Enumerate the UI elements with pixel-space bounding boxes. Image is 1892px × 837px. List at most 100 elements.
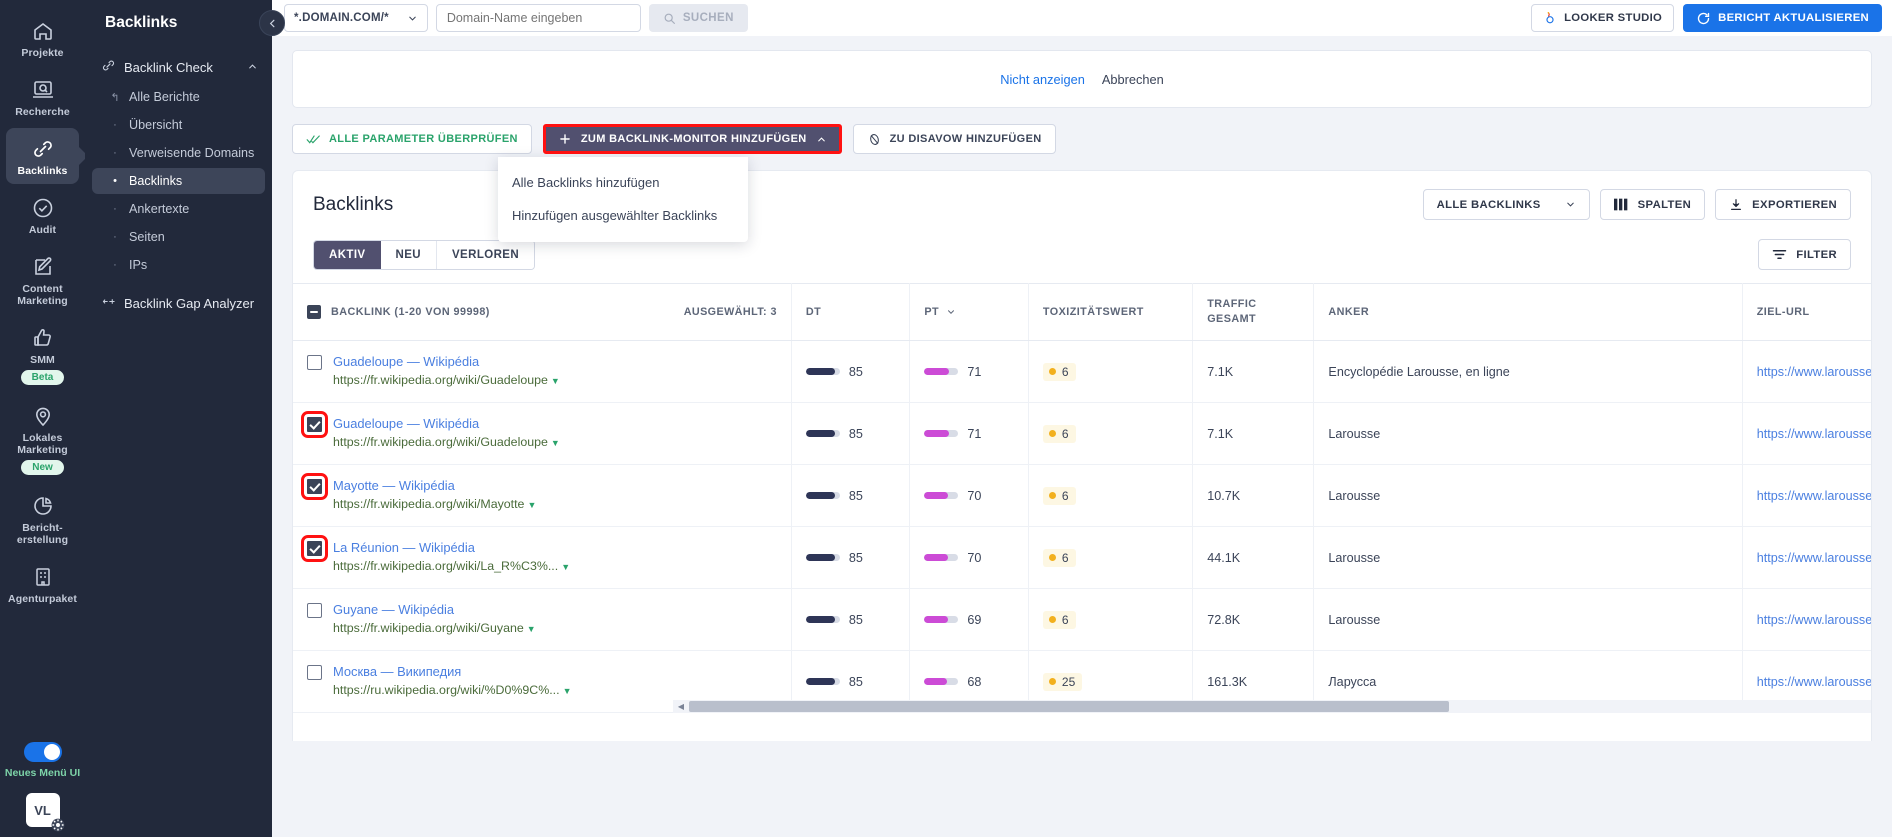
traffic-value: 72.8K bbox=[1207, 612, 1241, 627]
search-button[interactable]: SUCHEN bbox=[648, 4, 748, 32]
backlink-title[interactable]: Guadeloupe — Wikipédia bbox=[333, 354, 479, 369]
sidebar-item-seiten[interactable]: · Seiten bbox=[92, 224, 265, 250]
rail-item-smm[interactable]: SMM Beta bbox=[6, 317, 79, 392]
row-checkbox[interactable] bbox=[301, 535, 328, 562]
backlink-title[interactable]: Москва — Википедия bbox=[333, 664, 461, 679]
looker-studio-button[interactable]: LOOKER STUDIO bbox=[1531, 4, 1675, 32]
backlink-title[interactable]: Guadeloupe — Wikipédia bbox=[333, 416, 479, 431]
domain-input[interactable] bbox=[435, 4, 641, 32]
rail-item-recherche[interactable]: Recherche bbox=[6, 69, 79, 125]
tab-aktiv[interactable]: AKTIV bbox=[314, 240, 381, 269]
all-backlinks-select[interactable]: ALLE BACKLINKS bbox=[1422, 189, 1590, 220]
row-checkbox[interactable] bbox=[301, 411, 328, 438]
caret-down-icon[interactable]: ▼ bbox=[551, 376, 560, 386]
th-target-url[interactable]: ZIEL-URL bbox=[1742, 283, 1871, 341]
table-body: Guadeloupe — Wikipédia https://fr.wikipe… bbox=[293, 340, 1871, 713]
caret-down-icon[interactable]: ▼ bbox=[527, 624, 536, 634]
notice-cancel-link[interactable]: Abbrechen bbox=[1102, 72, 1164, 87]
caret-down-icon[interactable]: ▼ bbox=[527, 500, 536, 510]
th-traffic[interactable]: TRAFFIC GESAMT bbox=[1192, 283, 1315, 341]
toxicity-badge: 6 bbox=[1042, 362, 1076, 381]
filter-button[interactable]: FILTER bbox=[1758, 239, 1851, 270]
add-to-monitor-dropdown: Alle Backlinks hinzufügen Hinzufügen aus… bbox=[498, 157, 748, 242]
target-url-link[interactable]: https://www.larousse.fr/encyclope bbox=[1757, 365, 1871, 379]
sidebar-item-verweisende-domains[interactable]: · Verweisende Domains bbox=[92, 140, 265, 166]
backlink-url[interactable]: https://fr.wikipedia.org/wiki/Guadeloupe bbox=[333, 373, 548, 387]
row-checkbox[interactable] bbox=[307, 603, 322, 618]
scrollbar-thumb[interactable] bbox=[689, 701, 1449, 712]
bulk-actions-row: ALLE PARAMETER ÜBERPRÜFEN ZUM BACKLINK-M… bbox=[292, 124, 1872, 242]
backlink-url[interactable]: https://fr.wikipedia.org/wiki/Mayotte bbox=[333, 497, 524, 511]
target-url-link[interactable]: https://www.larousse.fr/encyclope bbox=[1757, 427, 1871, 441]
backlink-url[interactable]: https://fr.wikipedia.org/wiki/Guadeloupe bbox=[333, 435, 548, 449]
row-checkbox[interactable] bbox=[307, 355, 322, 370]
row-checkbox[interactable] bbox=[301, 473, 328, 500]
th-pt[interactable]: PT bbox=[909, 283, 1029, 341]
menu-item-add-selected-backlinks[interactable]: Hinzufügen ausgewählter Backlinks bbox=[498, 199, 748, 232]
chevron-up-icon[interactable] bbox=[247, 60, 258, 75]
toxicity-value: 25 bbox=[1061, 674, 1076, 689]
sidebar-item-backlinks[interactable]: • Backlinks bbox=[92, 168, 265, 194]
horizontal-scrollbar[interactable]: ◀ bbox=[673, 700, 1871, 713]
target-url-link[interactable]: https://www.larousse.fr/encyclope bbox=[1757, 489, 1871, 503]
menu-item-add-all-backlinks[interactable]: Alle Backlinks hinzufügen bbox=[498, 166, 748, 199]
row-checkbox[interactable] bbox=[307, 665, 322, 680]
backlink-url[interactable]: https://fr.wikipedia.org/wiki/Guyane bbox=[333, 621, 524, 635]
cell-traffic: 44.1K bbox=[1192, 526, 1315, 589]
new-menu-ui-toggle[interactable] bbox=[23, 742, 62, 762]
collapse-sidebar-button[interactable] bbox=[259, 10, 285, 36]
tab-verloren[interactable]: VERLOREN bbox=[436, 240, 535, 269]
nav-group-backlink-check[interactable]: Backlink Check bbox=[85, 52, 272, 82]
rail-item-projekte[interactable]: Projekte bbox=[6, 10, 79, 66]
th-toxicity[interactable]: TOXIZITÄTSWERT bbox=[1028, 283, 1194, 341]
add-to-backlink-monitor-button[interactable]: ZUM BACKLINK-MONITOR HINZUFÜGEN bbox=[542, 124, 842, 154]
rail-item-lokales-marketing[interactable]: Lokales Marketing New bbox=[6, 395, 79, 482]
backlink-url[interactable]: https://ru.wikipedia.org/wiki/%D0%9C%... bbox=[333, 683, 560, 697]
backlink-title[interactable]: Guyane — Wikipédia bbox=[333, 602, 454, 617]
update-report-button[interactable]: BERICHT AKTUALISIEREN bbox=[1683, 4, 1882, 32]
rail-item-backlinks[interactable]: Backlinks bbox=[6, 128, 79, 184]
backlink-url[interactable]: https://fr.wikipedia.org/wiki/La_R%C3%..… bbox=[333, 559, 558, 573]
add-to-disavow-button[interactable]: ZU DISAVOW HINZUFÜGEN bbox=[852, 124, 1056, 154]
sidebar-item-uebersicht[interactable]: · Übersicht bbox=[92, 112, 265, 138]
caret-down-icon[interactable]: ▼ bbox=[563, 686, 572, 696]
notice-dismiss-link[interactable]: Nicht anzeigen bbox=[1000, 72, 1085, 87]
sidebar-item-ankertexte[interactable]: · Ankertexte bbox=[92, 196, 265, 222]
tab-neu[interactable]: NEU bbox=[380, 240, 437, 269]
bullet-icon: · bbox=[113, 259, 117, 271]
cell-target-url: https://www.larousse.fr/encyclope bbox=[1742, 402, 1871, 465]
caret-down-icon[interactable]: ▼ bbox=[551, 438, 560, 448]
toxicity-dot-icon bbox=[1048, 368, 1056, 375]
dt-bar bbox=[805, 430, 840, 437]
sidebar-item-ips[interactable]: · IPs bbox=[92, 252, 265, 278]
domain-scope-select[interactable]: *.DOMAIN.COM/* bbox=[284, 4, 428, 32]
columns-button[interactable]: SPALTEN bbox=[1599, 189, 1706, 220]
select-all-checkbox[interactable] bbox=[307, 305, 321, 319]
backlink-title[interactable]: La Réunion — Wikipédia bbox=[333, 540, 475, 555]
export-button[interactable]: EXPORTIEREN bbox=[1715, 189, 1851, 220]
anchor-value: Ларусса bbox=[1328, 674, 1377, 689]
toxicity-value: 6 bbox=[1061, 612, 1069, 627]
th-dt[interactable]: DT bbox=[791, 283, 911, 341]
target-url-link[interactable]: https://www.larousse.fr/encyclope bbox=[1757, 675, 1871, 689]
scrollbar-track[interactable] bbox=[689, 700, 1871, 713]
backlink-title[interactable]: Mayotte — Wikipédia bbox=[333, 478, 455, 493]
gear-icon[interactable] bbox=[51, 818, 65, 832]
dt-value: 85 bbox=[848, 426, 863, 441]
rail-item-agenturpaket[interactable]: Agenturpaket bbox=[6, 556, 79, 612]
th-anchor[interactable]: ANKER bbox=[1313, 283, 1743, 341]
cell-backlink: Guadeloupe — Wikipédia https://fr.wikipe… bbox=[293, 402, 792, 465]
sidebar-item-alle-berichte[interactable]: ↰ Alle Berichte bbox=[92, 84, 265, 110]
check-all-parameters-button[interactable]: ALLE PARAMETER ÜBERPRÜFEN bbox=[292, 124, 532, 154]
nav-group-backlink-gap-analyzer[interactable]: Backlink Gap Analyzer bbox=[85, 288, 272, 318]
avatar[interactable]: VL bbox=[25, 793, 64, 832]
target-url-link[interactable]: https://www.larousse.fr/encyclope bbox=[1757, 613, 1871, 627]
rail-item-content-marketing[interactable]: Content Marketing bbox=[6, 246, 79, 314]
target-url-link[interactable]: https://www.larousse.fr/encyclope bbox=[1757, 551, 1871, 565]
caret-down-icon[interactable]: ▼ bbox=[561, 562, 570, 572]
scroll-left-arrow-icon[interactable]: ◀ bbox=[673, 700, 689, 713]
rail-item-audit[interactable]: Audit bbox=[6, 187, 79, 243]
check-circle-icon bbox=[30, 195, 56, 221]
rail-item-berichterstellung[interactable]: Bericht- erstellung bbox=[6, 485, 79, 553]
thumbs-up-icon bbox=[30, 325, 56, 351]
